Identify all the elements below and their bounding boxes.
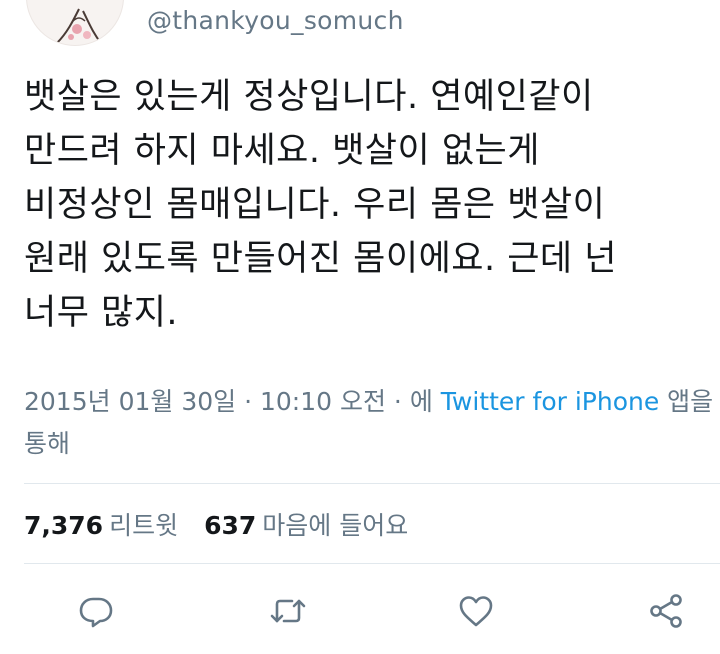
share-icon [650, 594, 682, 628]
like-button[interactable] [456, 591, 496, 631]
likes-count: 637 [204, 511, 257, 540]
reply-button[interactable] [76, 591, 116, 631]
avatar-image [56, 8, 102, 44]
divider [24, 483, 720, 484]
share-button[interactable] [646, 591, 686, 631]
tweet-text: 뱃살은 있는게 정상입니다. 연예인같이 만드려 하지 마세요. 뱃살이 없는게… [24, 77, 617, 333]
tweet-stats: 7,376 리트윗 637 마음에 들어요 [24, 506, 408, 546]
retweets-count: 7,376 [24, 511, 104, 540]
user-handle[interactable]: @thankyou_somuch [147, 6, 404, 35]
tweet-date: 2015년 01월 30일 [24, 387, 237, 416]
tweet-meta: 2015년 01월 30일 · 10:10 오전 · 에 Twitter for… [24, 381, 720, 423]
tweet-header: @thankyou_somuch [0, 0, 720, 56]
meta-suffix: 앱을 [659, 387, 714, 416]
divider [24, 563, 720, 564]
heart-icon [459, 596, 493, 627]
tweet-actions [0, 585, 720, 635]
meta-separator: · [236, 387, 260, 416]
tweet-source-link[interactable]: Twitter for iPhone [441, 387, 659, 416]
tweet-meta-line2: 통해 [24, 429, 71, 458]
avatar[interactable] [26, 0, 124, 46]
likes-stat[interactable]: 637 마음에 들어요 [204, 511, 408, 540]
retweets-stat[interactable]: 7,376 리트윗 [24, 511, 178, 540]
retweets-label: 리트윗 [109, 511, 179, 540]
tweet-time: 10:10 오전 [259, 387, 386, 416]
likes-label: 마음에 들어요 [262, 511, 409, 540]
reply-icon [79, 597, 113, 628]
retweet-button[interactable] [268, 591, 308, 631]
retweet-icon [270, 599, 306, 623]
meta-separator-source: · 에 [385, 387, 441, 416]
